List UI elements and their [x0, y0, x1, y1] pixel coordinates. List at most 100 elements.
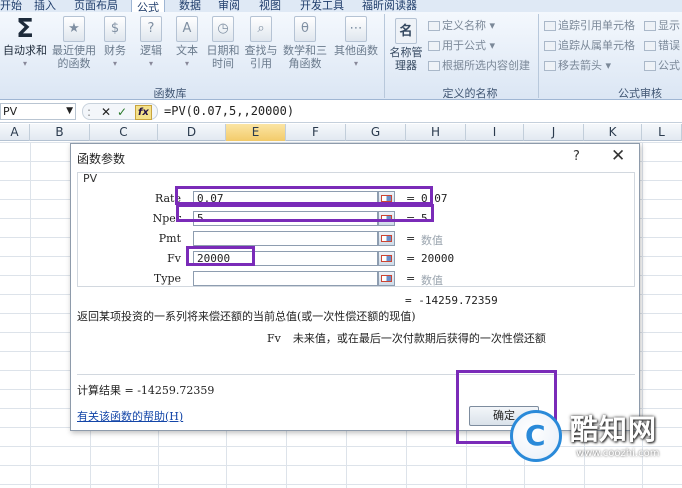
recent-functions-button[interactable]: ★ 最近使用的函数: [50, 16, 98, 70]
name-box[interactable]: PV ▼: [0, 103, 76, 120]
use-in-formula-label: 用于公式: [442, 39, 486, 52]
financial-icon: $: [104, 16, 126, 42]
range-select-icon[interactable]: [378, 211, 395, 226]
tab-developer[interactable]: 开发工具: [300, 0, 344, 12]
remove-arrows-icon: [544, 61, 556, 71]
error-checking-button[interactable]: 错误: [644, 37, 680, 53]
range-select-icon[interactable]: [378, 251, 395, 266]
show-formulas-icon: [644, 21, 656, 31]
formula-input[interactable]: =PV(0.07,5,,20000): [164, 104, 294, 118]
chevron-down-icon: ▾: [112, 59, 117, 68]
group-formula-auditing: 公式审核: [618, 87, 662, 100]
help-icon[interactable]: ?: [573, 149, 580, 164]
trace-precedents-label: 追踪引用单元格: [558, 19, 635, 32]
trace-dependents-button[interactable]: 追踪从属单元格: [544, 37, 635, 53]
column-header[interactable]: C: [90, 124, 158, 141]
column-header[interactable]: G: [346, 124, 406, 141]
insert-function-icon[interactable]: fx: [135, 105, 152, 120]
chevron-down-icon[interactable]: ▼: [66, 104, 73, 119]
column-header[interactable]: I: [466, 124, 524, 141]
define-name-button[interactable]: 定义名称 ▾: [428, 17, 495, 33]
column-header[interactable]: A: [0, 124, 30, 141]
column-header[interactable]: L: [642, 124, 682, 141]
remove-arrows-label: 移去箭头: [558, 59, 602, 72]
range-select-icon[interactable]: [378, 231, 395, 246]
watermark-logo: C 酷知网 www.coozhi.com: [510, 404, 678, 476]
column-header[interactable]: J: [524, 124, 584, 141]
arg-equals: =: [406, 272, 416, 285]
lookup-reference-button[interactable]: ⌕ 查找与引用: [243, 16, 279, 70]
arg-equals: =: [406, 192, 416, 205]
function-name: PV: [83, 172, 98, 185]
range-select-icon[interactable]: [378, 191, 395, 206]
parameter-name: Fv: [267, 332, 281, 345]
define-name-icon: [428, 21, 440, 31]
trace-precedents-button[interactable]: 追踪引用单元格: [544, 17, 635, 33]
more-functions-button[interactable]: ⋯ 其他函数 ▾: [332, 16, 380, 70]
define-name-label: 定义名称: [442, 19, 486, 32]
tab-page-layout[interactable]: 页面布局: [74, 0, 118, 12]
function-arguments-dialog: 函数参数 ? ✕ PV Rate 0.07 = 0.07 Nper 5 = 5 …: [70, 143, 640, 431]
remove-arrows-button[interactable]: 移去箭头 ▾: [544, 57, 611, 73]
function-description: 返回某项投资的一系列将来偿还额的当前总值(或一次性偿还额的现值): [77, 310, 416, 323]
sigma-icon: Σ: [16, 14, 34, 44]
create-from-selection-button[interactable]: 根据所选内容创建: [428, 57, 530, 73]
autosum-label: 自动求和: [3, 44, 47, 57]
function-help-link[interactable]: 有关该函数的帮助(H): [77, 408, 183, 424]
enter-check-icon[interactable]: ✓: [117, 104, 127, 120]
tab-foxit-reader[interactable]: 福昕阅读器: [362, 0, 417, 12]
error-checking-icon: [644, 41, 656, 51]
autosum-button[interactable]: Σ 自动求和 ▾: [2, 16, 48, 70]
watermark-url: www.coozhi.com: [576, 448, 660, 459]
arg-label-nper: Nper: [152, 212, 181, 225]
text-icon: A: [176, 16, 198, 42]
name-box-value: PV: [3, 105, 18, 118]
column-header-selected[interactable]: E: [226, 124, 286, 141]
tab-insert[interactable]: 插入: [34, 0, 56, 12]
arg-input-type[interactable]: [193, 271, 378, 286]
date-time-button[interactable]: ◷ 日期和时间: [205, 16, 241, 70]
column-header[interactable]: K: [584, 124, 642, 141]
tab-home[interactable]: 开始: [0, 0, 22, 12]
colon-icon: :: [87, 105, 92, 119]
arg-input-nper[interactable]: 5: [193, 211, 378, 226]
close-icon[interactable]: ✕: [611, 146, 625, 166]
arg-input-pmt[interactable]: [193, 231, 378, 246]
use-in-formula-icon: [428, 41, 440, 51]
recent-functions-label: 最近使用的函数: [52, 44, 96, 70]
clock-icon: ◷: [212, 16, 234, 42]
parameter-help: 未来值，或在最后一次付款期后获得的一次性偿还额: [292, 332, 546, 345]
tab-formulas[interactable]: 公式: [131, 0, 165, 12]
logical-button[interactable]: ? 逻辑 ▾: [136, 16, 166, 70]
financial-button[interactable]: $ 财务 ▾: [100, 16, 130, 70]
name-manager-button[interactable]: 名 名称管理器: [386, 18, 426, 72]
tab-data[interactable]: 数据: [179, 0, 201, 12]
use-in-formula-button[interactable]: 用于公式 ▾: [428, 37, 495, 53]
dialog-divider: [77, 374, 635, 375]
arg-input-fv[interactable]: 20000: [193, 251, 378, 266]
lookup-reference-label: 查找与引用: [244, 44, 278, 70]
formula-result-line: = -14259.72359: [405, 294, 498, 307]
arg-result-nper: 5: [421, 212, 428, 225]
column-header[interactable]: H: [406, 124, 466, 141]
text-button[interactable]: A 文本 ▾: [172, 16, 202, 70]
show-formulas-button[interactable]: 显示: [644, 17, 680, 33]
show-formulas-label: 显示: [658, 19, 680, 32]
column-header[interactable]: F: [286, 124, 346, 141]
watermark-brand: 酷知网: [570, 413, 658, 446]
name-manager-label: 名称管理器: [389, 46, 423, 72]
evaluate-formula-button[interactable]: 公式: [644, 57, 680, 73]
range-select-icon[interactable]: [378, 271, 395, 286]
logical-label: 逻辑: [140, 44, 162, 57]
arg-input-rate[interactable]: 0.07: [193, 191, 378, 206]
tab-view[interactable]: 视图: [259, 0, 281, 12]
tab-review[interactable]: 审阅: [218, 0, 240, 12]
arg-label-fv: Fv: [167, 252, 181, 265]
magnifier-icon: ⌕: [250, 16, 272, 42]
column-header[interactable]: D: [158, 124, 226, 141]
math-trig-button[interactable]: θ 数学和三角函数: [281, 16, 329, 70]
name-manager-icon: 名: [395, 18, 417, 44]
column-header[interactable]: B: [30, 124, 90, 141]
cancel-icon[interactable]: ✕: [101, 104, 111, 120]
chevron-down-icon: ▾: [148, 59, 153, 68]
